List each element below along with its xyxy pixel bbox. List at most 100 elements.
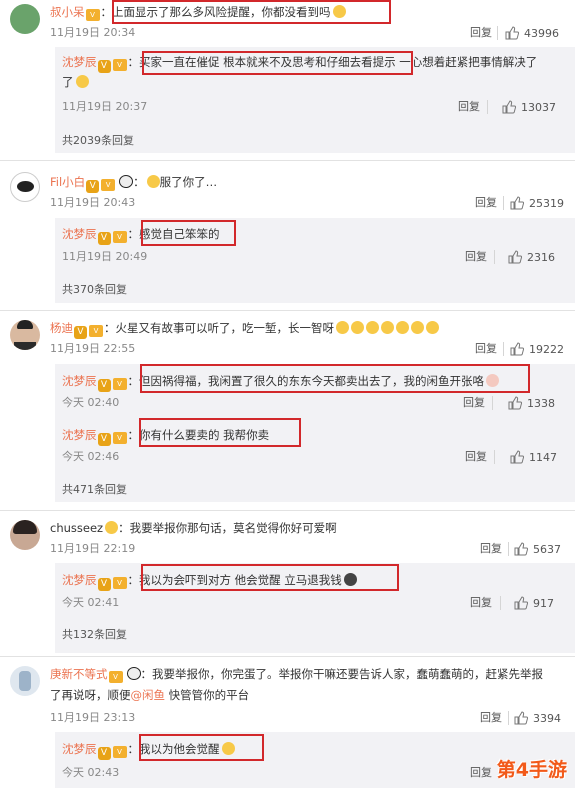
divider [0, 510, 575, 511]
verified-v-icon: V [97, 379, 111, 392]
vip-badge-icon: V [112, 746, 127, 758]
vip-badge-icon: V [112, 577, 127, 589]
emoji-icon [146, 175, 160, 188]
timestamp: 11月19日 23:13 [50, 711, 136, 724]
like-button[interactable]: 5637 [514, 542, 561, 557]
divider [500, 596, 501, 610]
reply-button[interactable]: 回复 [480, 542, 502, 556]
watermark-logo: 第4手游 [496, 759, 567, 781]
more-replies-link[interactable]: 共2039条回复 [62, 134, 134, 148]
username[interactable]: chusseez [50, 521, 103, 535]
reply-button[interactable]: 回复 [475, 196, 497, 210]
username[interactable]: 沈梦辰 [62, 742, 97, 756]
like-count: 1147 [529, 451, 557, 464]
highlight-box [142, 51, 413, 75]
timestamp: 11月19日 20:43 [50, 196, 136, 209]
username[interactable]: 沈梦辰 [62, 374, 97, 388]
highlight-box [141, 564, 399, 591]
divider [0, 160, 575, 161]
like-count: 5637 [533, 543, 561, 556]
vip-badge-icon: V [101, 179, 116, 191]
vip-badge-icon: V [112, 231, 127, 243]
avatar[interactable] [10, 172, 40, 202]
like-count: 13037 [521, 101, 556, 114]
reply-text-continued: 了 [62, 75, 74, 89]
comment-text-continued: 了再说呀，顺便 [50, 688, 131, 702]
divider [0, 310, 575, 311]
avatar[interactable] [10, 4, 40, 34]
like-button[interactable]: 19222 [510, 342, 564, 357]
thumbs-up-icon [514, 596, 529, 610]
like-button[interactable]: 3394 [514, 711, 561, 726]
verified-v-icon: V [97, 747, 111, 760]
username[interactable]: 叔小呆 [50, 5, 85, 19]
avatar[interactable] [10, 520, 40, 550]
timestamp: 今天 02:46 [62, 450, 120, 463]
reply-button[interactable]: 回复 [465, 250, 487, 264]
timestamp: 11月19日 22:19 [50, 542, 136, 555]
comment-text-line: chusseez ：我要举报你那句话，莫名觉得你好可爱啊 [50, 521, 337, 535]
verified-v-icon: V [97, 433, 111, 446]
more-replies-link[interactable]: 共370条回复 [62, 283, 127, 297]
like-button[interactable]: 43996 [505, 26, 559, 41]
more-replies-link[interactable]: 共471条回复 [62, 483, 127, 497]
verified-v-icon: V [86, 180, 100, 193]
username[interactable]: 沈梦辰 [62, 573, 97, 587]
like-count: 2316 [527, 251, 555, 264]
reply-button[interactable]: 回复 [470, 596, 492, 610]
username[interactable]: Fil小白 [50, 175, 85, 189]
username[interactable]: 沈梦辰 [62, 55, 97, 69]
like-button[interactable]: 917 [514, 596, 554, 611]
like-button[interactable]: 13037 [502, 100, 556, 115]
avatar[interactable] [10, 666, 40, 696]
comment-text: 我要举报你，你完蛋了。举报你干嘛还要告诉人家，蠢萌蠢萌的，赶紧先举报 [152, 667, 543, 681]
like-button[interactable]: 1147 [510, 450, 557, 465]
thumbs-up-icon [510, 450, 525, 464]
mention-link[interactable]: @闲鱼 [131, 688, 166, 702]
divider [508, 542, 509, 556]
comment-text-line: Fil小白 V V：服了你了… [50, 175, 218, 193]
vip-badge-icon: V [112, 432, 127, 444]
more-replies-link[interactable]: 共132条回复 [62, 628, 127, 642]
vip-badge-icon: V [89, 325, 103, 337]
vip-badge-icon: V [112, 378, 127, 390]
highlight-box [140, 364, 530, 393]
like-button[interactable]: 25319 [510, 196, 564, 211]
verified-v-icon: V [97, 60, 111, 73]
reply-button[interactable]: 回复 [463, 396, 485, 410]
timestamp: 11月19日 22:55 [50, 342, 136, 355]
username[interactable]: 沈梦辰 [62, 227, 97, 241]
username[interactable]: 庚新不等式 [50, 667, 108, 681]
comment-text-line2: 了再说呀，顺便@闲鱼 快管管你的平台 [50, 687, 249, 703]
like-count: 1338 [527, 397, 555, 410]
like-count: 917 [533, 597, 554, 610]
highlight-box [141, 220, 236, 246]
hand-emoji-icon [351, 321, 364, 334]
panda-icon [119, 175, 134, 188]
like-button[interactable]: 2316 [508, 250, 555, 265]
thumbs-up-icon [508, 396, 523, 410]
verified-v-icon: V [74, 326, 87, 339]
highlight-box [112, 0, 391, 24]
like-count: 25319 [529, 197, 564, 210]
reply-button[interactable]: 回复 [480, 711, 502, 725]
reply-button[interactable]: 回复 [465, 450, 487, 464]
reply-button[interactable]: 回复 [470, 766, 492, 780]
hand-emoji-icon [426, 321, 439, 334]
hand-emoji-icon [366, 321, 379, 334]
vip-badge-icon: V [112, 59, 127, 71]
hand-emoji-icon [336, 321, 349, 334]
emoji-icon [75, 75, 89, 88]
username[interactable]: 杨迪 [50, 321, 73, 335]
avatar[interactable] [10, 320, 40, 350]
like-button[interactable]: 1338 [508, 396, 555, 411]
thumbs-up-icon [502, 100, 517, 114]
reply-button[interactable]: 回复 [470, 26, 492, 40]
divider [487, 100, 488, 114]
timestamp: 今天 02:43 [62, 766, 120, 779]
reply-button[interactable]: 回复 [475, 342, 497, 356]
username[interactable]: 沈梦辰 [62, 428, 97, 442]
reply-button[interactable]: 回复 [458, 100, 480, 114]
timestamp: 11月19日 20:49 [62, 250, 148, 263]
panda-icon [126, 667, 141, 680]
